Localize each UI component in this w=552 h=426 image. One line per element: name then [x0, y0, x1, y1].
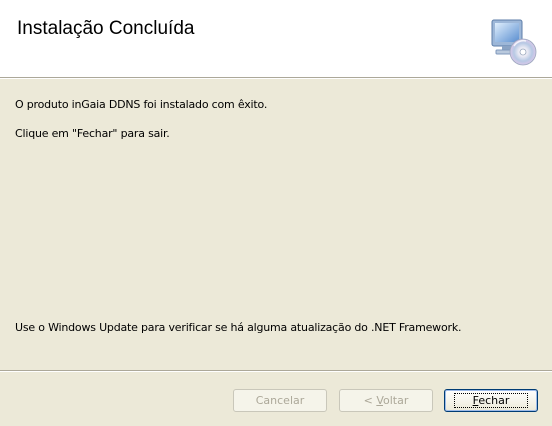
success-message: O produto inGaia DDNS foi instalado com …	[15, 98, 268, 111]
header-banner: Instalação Concluída	[0, 0, 552, 78]
cancel-button[interactable]: Cancelar	[233, 389, 327, 412]
close-instruction: Clique em "Fechar" para sair.	[15, 127, 170, 140]
footer-divider-highlight	[0, 371, 552, 372]
close-button[interactable]: Fechar	[444, 389, 538, 412]
header-divider	[0, 78, 552, 79]
installer-dialog: Instalação Concluída O produto inGaia DD…	[0, 0, 552, 426]
windows-update-note: Use o Windows Update para verificar se h…	[15, 321, 462, 334]
close-button-label: Fechar	[453, 393, 529, 408]
page-title: Instalação Concluída	[17, 18, 195, 39]
back-button-label: < Voltar	[363, 394, 409, 407]
back-button[interactable]: < Voltar	[339, 389, 433, 412]
cancel-button-label: Cancelar	[255, 394, 305, 407]
computer-cd-icon	[491, 19, 537, 66]
